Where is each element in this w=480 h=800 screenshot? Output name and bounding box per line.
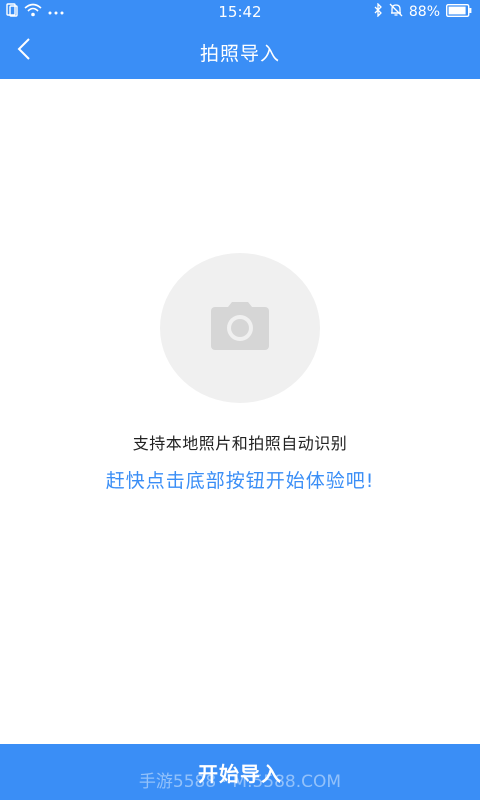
- hint-text: 赶快点击底部按钮开始体验吧!: [105, 470, 375, 492]
- alarm-off-icon: [389, 3, 403, 21]
- bluetooth-icon: [373, 2, 383, 21]
- status-bar: 15:42 88%: [0, 0, 480, 24]
- battery-percent: 88%: [408, 4, 440, 20]
- start-import-button[interactable]: 开始导入: [0, 744, 480, 800]
- camera-icon: [210, 301, 270, 355]
- status-right-icons: 88%: [373, 2, 472, 21]
- title-bar: 拍照导入: [0, 24, 480, 79]
- camera-placeholder[interactable]: [160, 253, 320, 403]
- description-text: 支持本地照片和拍照自动识别: [132, 434, 348, 453]
- battery-icon: [445, 3, 472, 21]
- page-title: 拍照导入: [199, 43, 280, 65]
